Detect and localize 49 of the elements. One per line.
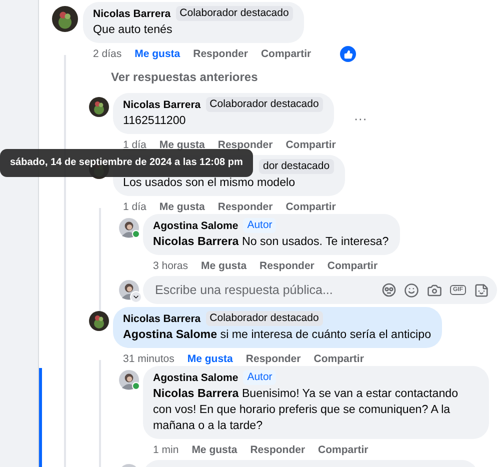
more-options-button[interactable]: ··· [354, 111, 367, 126]
author-badge: Autor [243, 370, 276, 385]
like-link[interactable]: Me gusta [187, 353, 233, 365]
author-name[interactable]: Agostina Salome [153, 220, 238, 232]
previous-replies-link[interactable]: Ver respuestas anteriores [111, 70, 502, 84]
timestamp-link[interactable]: 1 día [123, 201, 146, 213]
author-badge: Autor [243, 218, 276, 233]
like-link[interactable]: Me gusta [201, 260, 247, 272]
comment-text: Agostina Salome si me interesa de cuánto sería el anticipo [123, 327, 432, 343]
avatar-sticker-icon[interactable] [382, 283, 396, 297]
timestamp-link[interactable]: 3 horas [153, 260, 188, 272]
like-link[interactable]: Me gusta [159, 139, 205, 151]
contributor-badge: Colaborador destacado [206, 97, 323, 112]
reply-link[interactable]: Responder [193, 48, 248, 60]
author-name[interactable]: Nicolas Barrera [123, 98, 201, 110]
author-name[interactable]: Nicolas Barrera [123, 312, 201, 324]
share-link[interactable]: Compartir [327, 260, 378, 272]
chevron-icon[interactable] [130, 291, 142, 303]
comment-text: 1162511200 [123, 113, 187, 129]
share-link[interactable]: Compartir [318, 444, 368, 456]
reply-link[interactable]: Responder [246, 353, 301, 365]
comment-text: Nicolas Barrera Buenisimo! Ya se van a estar contactando con vos! En que horario preferis que se comuniquen? A la mañana o a la tarde? [153, 386, 460, 434]
contributor-badge: Colaborador destacado [176, 6, 293, 21]
camera-icon[interactable] [427, 282, 442, 298]
like-link[interactable]: Me gusta [159, 201, 205, 213]
author-name[interactable]: Agostina Salome [153, 372, 238, 384]
timestamp-link[interactable]: 31 minutos [123, 353, 174, 365]
share-link[interactable]: Compartir [314, 353, 364, 365]
date-tooltip: sábado, 14 de septiembre de 2024 a las 12:08 pm [0, 149, 253, 177]
like-link[interactable]: Me gusta [134, 48, 180, 60]
share-link[interactable]: Compartir [260, 48, 312, 60]
share-link[interactable]: Compartir [286, 139, 336, 151]
reply-link[interactable]: Responder [218, 201, 273, 213]
reply-link[interactable]: Responder [260, 260, 314, 272]
timestamp-link[interactable]: 1 día [123, 139, 146, 151]
emoji-icon[interactable] [404, 282, 419, 298]
reply-link[interactable]: Responder [250, 444, 306, 456]
contributor-badge: dor destacado [259, 159, 334, 174]
timestamp-link[interactable]: 1 min [153, 444, 179, 456]
reply-link[interactable]: Responder [218, 139, 273, 151]
like-link[interactable]: Me gusta [192, 444, 238, 456]
sticker-icon[interactable] [474, 282, 489, 298]
author-name[interactable]: Nicolas Barrera [93, 8, 171, 20]
contributor-badge: Colaborador destacado [206, 311, 323, 326]
comment-text: Los usados son el mismo modelo [123, 175, 296, 191]
share-link[interactable]: Compartir [286, 201, 336, 213]
comment-text: Nicolas Barrera No son usados. Te interesa? [153, 234, 389, 250]
timestamp-link[interactable]: 2 días [93, 48, 122, 60]
comment-text: Que auto tenés [93, 22, 174, 38]
